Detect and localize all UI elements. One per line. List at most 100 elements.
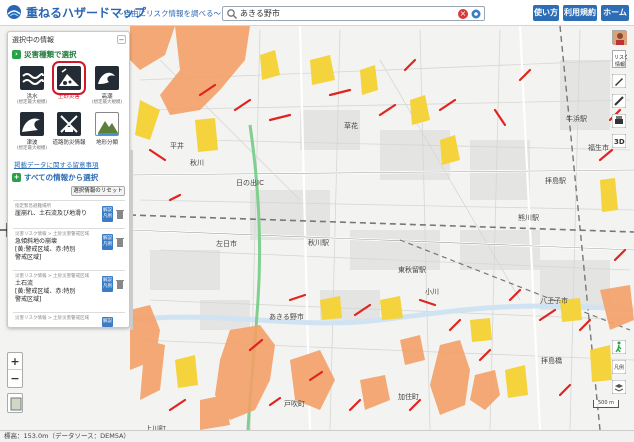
layer-type: 災害リスク情報 > 土砂災害警戒区域	[15, 316, 90, 321]
map-place-label: 熊川駅	[518, 214, 539, 222]
layers-icon	[611, 379, 627, 395]
road-tile[interactable]	[57, 112, 81, 136]
map-place-label: 日の出IC	[236, 179, 264, 187]
map-style-icon	[10, 397, 22, 411]
road-icon	[60, 115, 78, 133]
map-place-label: 秋川駅	[308, 239, 329, 247]
tsunami-tile[interactable]	[20, 112, 44, 136]
address-search: ×	[222, 6, 485, 21]
pedestrian-button[interactable]	[611, 339, 627, 355]
layer-name: 崖崩れ、土石流及び地滑り	[15, 210, 88, 217]
risk-info-button[interactable]: リスク 情報	[612, 50, 629, 68]
layer-item: 災害リスク情報 > 土砂災害警戒区域 解説	[13, 312, 125, 327]
terrain-icon	[98, 121, 118, 135]
collapse-panel-button[interactable]: −	[117, 35, 126, 44]
status-bar: 標高：153.0m（データソース：DEM5A）	[0, 430, 634, 442]
tile-label: 地形分類	[95, 140, 118, 146]
map-place-label: 東秋留駅	[398, 266, 426, 274]
layer-name: 土石流	[15, 280, 34, 287]
legend-toggle-button[interactable]: 凡例	[611, 359, 627, 375]
home-button[interactable]: ホーム	[601, 5, 629, 21]
ruler-button[interactable]	[611, 93, 627, 109]
layer-name: 警戒区域]	[15, 296, 42, 303]
map-place-label: 拝島駅	[545, 177, 566, 185]
landslide-tile[interactable]	[52, 61, 86, 95]
scale-bar: 500 m	[593, 400, 619, 408]
flood-tile[interactable]	[20, 66, 44, 90]
pencil-button[interactable]	[611, 73, 627, 89]
map-place-label: 秋川	[190, 159, 204, 167]
flood-icon	[22, 73, 44, 85]
disaster-type-section[interactable]: › 災害種類で選択	[12, 49, 77, 60]
layer-type: 災害リスク情報 > 土砂災害警戒区域	[15, 274, 90, 279]
header: 重ねるハザードマップ 〜自由にリスク情報を調べる〜 × 使い方 利用規約 ホーム	[0, 0, 634, 26]
map-place-label: あきる野市	[269, 313, 304, 321]
layer-item: 災害リスク情報 > 土砂災害警戒区域 急傾斜地の崩壊 [黄:警戒区域、赤:特別 …	[13, 228, 125, 266]
landslide-icon	[59, 68, 79, 86]
pedestrian-icon	[611, 339, 627, 355]
reset-selection-button[interactable]: 選択情報のリセット	[71, 186, 125, 196]
clear-search-icon[interactable]: ×	[458, 8, 468, 19]
storm-surge-icon	[98, 72, 115, 84]
3d-button[interactable]: 3D	[611, 133, 627, 149]
map-place-label: 左日市	[216, 240, 237, 248]
layer-name: [黄:警戒区域、赤:特別	[15, 246, 76, 253]
trash-icon[interactable]	[116, 237, 124, 247]
user-avatar-button[interactable]	[612, 30, 627, 45]
map-place-label: 八王子市	[540, 297, 568, 305]
trash-icon[interactable]	[116, 279, 124, 289]
user-avatar-icon	[613, 31, 627, 45]
map-place-label: 小川	[425, 288, 439, 296]
all-info-heading: すべての情報から選択	[24, 173, 99, 182]
map-place-label: 牛浜駅	[566, 115, 587, 123]
map-place-label: 加住町	[398, 393, 419, 401]
layer-type: 災害リスク情報 > 土砂災害警戒区域	[15, 232, 90, 237]
all-info-section[interactable]: + すべての情報から選択	[12, 172, 98, 183]
pencil-icon	[611, 73, 627, 89]
print-button[interactable]	[611, 113, 627, 129]
layer-item: 災害リスク情報 > 土砂災害警戒区域 土石流 [黄:警戒区域、赤:特別 警戒区域…	[13, 270, 125, 308]
storm-surge-tile[interactable]	[95, 66, 119, 90]
risk-info-icon: リスク 情報	[614, 55, 629, 68]
map-place-label: 草花	[344, 122, 358, 130]
map-place-label: 戸吹町	[284, 400, 305, 408]
zoom-in-button[interactable]: +	[8, 353, 22, 370]
map-place-label: 拝島橋	[541, 357, 562, 365]
map-style-button[interactable]	[7, 393, 23, 413]
legend-button[interactable]: 解説	[102, 317, 113, 327]
tile-label: 土砂災害	[57, 94, 80, 100]
legend-button[interactable]: 解説 凡例	[102, 276, 113, 292]
search-input[interactable]	[240, 9, 458, 18]
ruler-icon	[611, 93, 627, 109]
tile-sub: (想定最大規模)	[91, 100, 123, 105]
tile-label: 道路防災情報	[52, 140, 86, 146]
3d-icon: 3D	[611, 133, 627, 149]
panel-scrollbar[interactable]	[130, 150, 133, 330]
disaster-type-heading: 災害種類で選択	[24, 50, 77, 59]
panel-title: 選択中の情報	[12, 36, 54, 44]
zoom-control: + −	[7, 352, 23, 388]
usage-button[interactable]: 使い方	[533, 5, 559, 21]
terms-button[interactable]: 利用規約	[563, 5, 597, 21]
search-options-icon[interactable]	[470, 8, 482, 20]
svg-text:情報: 情報	[615, 61, 625, 68]
svg-text:凡例: 凡例	[614, 364, 624, 371]
map-place-label: 福生市	[588, 144, 609, 152]
app-logo-icon	[7, 5, 21, 19]
search-icon	[227, 8, 238, 19]
terrain-tile[interactable]	[95, 112, 119, 136]
print-icon	[611, 113, 627, 129]
trash-icon[interactable]	[116, 209, 124, 219]
layer-item: 指定緊急避難場所 崖崩れ、土石流及び地滑り 解説 凡例	[13, 200, 125, 228]
data-notes-link[interactable]: 掲載データに関する留意事項	[14, 159, 99, 169]
app-tagline: 〜自由にリスク情報を調べる〜	[116, 9, 221, 18]
zoom-out-button[interactable]: −	[8, 370, 22, 387]
layers-button[interactable]	[611, 379, 627, 395]
legend-button[interactable]: 解説 凡例	[102, 206, 113, 222]
tile-sub: (想定最大規模)	[16, 100, 48, 105]
legend-button[interactable]: 解説 凡例	[102, 234, 113, 250]
map-place-label: 平井	[170, 142, 184, 150]
tsunami-icon	[22, 118, 40, 132]
svg-text:3D: 3D	[614, 138, 625, 146]
plus-icon: +	[12, 173, 21, 182]
